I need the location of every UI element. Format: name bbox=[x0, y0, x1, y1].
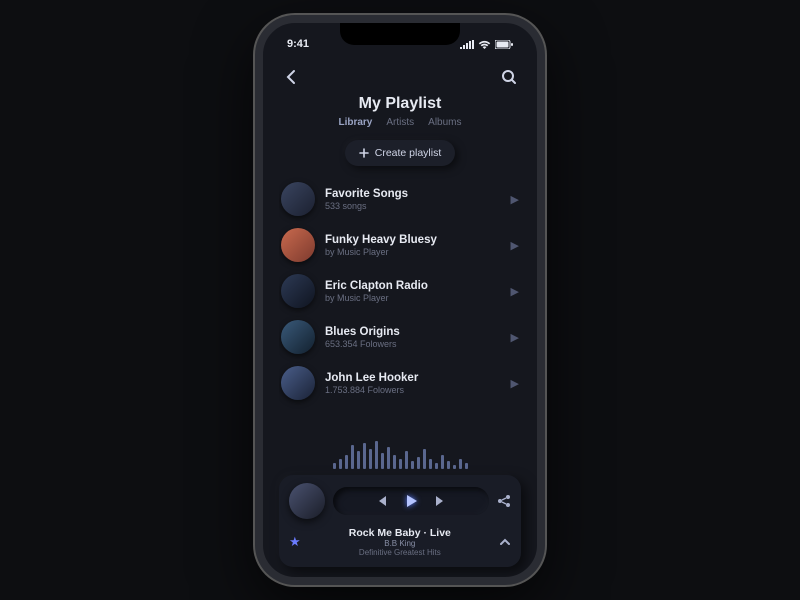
playlist-text: John Lee Hooker 1.753.884 Folowers bbox=[325, 372, 501, 395]
playlist-subtitle: by Music Player bbox=[325, 293, 501, 303]
play-button[interactable] bbox=[403, 493, 419, 509]
play-icon[interactable]: ▶ bbox=[511, 377, 519, 390]
phone-frame: 9:41 My Playlist Library Artists Albums … bbox=[255, 15, 545, 585]
tabs: Library Artists Albums bbox=[279, 117, 521, 128]
playlist-row[interactable]: Funky Heavy Bluesy by Music Player ▶ bbox=[279, 222, 521, 268]
title-block: My Playlist Library Artists Albums bbox=[279, 95, 521, 128]
playlist-cover bbox=[281, 182, 315, 216]
status-time: 9:41 bbox=[287, 38, 309, 50]
playlist-row[interactable]: Blues Origins 653.354 Folowers ▶ bbox=[279, 314, 521, 360]
playlist-row[interactable]: Eric Clapton Radio by Music Player ▶ bbox=[279, 268, 521, 314]
playlist-title: John Lee Hooker bbox=[325, 372, 501, 384]
playlist-subtitle: 533 songs bbox=[325, 201, 501, 211]
search-icon bbox=[501, 69, 517, 85]
playlist-row[interactable]: Favorite Songs 533 songs ▶ bbox=[279, 176, 521, 222]
favorite-button[interactable]: ★ bbox=[289, 534, 301, 550]
tab-albums[interactable]: Albums bbox=[428, 117, 461, 128]
notch bbox=[340, 23, 460, 45]
playlist-row[interactable]: John Lee Hooker 1.753.884 Folowers ▶ bbox=[279, 360, 521, 406]
playlist-list: Favorite Songs 533 songs ▶ Funky Heavy B… bbox=[279, 176, 521, 435]
signal-icon bbox=[460, 40, 474, 49]
playlist-cover bbox=[281, 228, 315, 262]
tab-artists[interactable]: Artists bbox=[386, 117, 414, 128]
play-icon bbox=[403, 493, 419, 509]
playlist-title: Blues Origins bbox=[325, 326, 501, 338]
skip-forward-icon bbox=[435, 495, 447, 507]
playlist-title: Favorite Songs bbox=[325, 188, 501, 200]
track-artist: B.B King bbox=[311, 539, 489, 548]
track-album: Definitive Greatest Hits bbox=[311, 548, 489, 557]
create-playlist-label: Create playlist bbox=[375, 147, 442, 159]
tab-library[interactable]: Library bbox=[338, 117, 372, 128]
track-info: Rock Me Baby · Live B.B King Definitive … bbox=[311, 527, 489, 557]
playlist-text: Blues Origins 653.354 Folowers bbox=[325, 326, 501, 349]
playlist-title: Funky Heavy Bluesy bbox=[325, 234, 501, 246]
chevron-up-icon bbox=[499, 538, 511, 546]
status-icons bbox=[460, 40, 513, 49]
play-icon[interactable]: ▶ bbox=[511, 331, 519, 344]
playlist-text: Favorite Songs 533 songs bbox=[325, 188, 501, 211]
playlist-subtitle: by Music Player bbox=[325, 247, 501, 257]
playlist-cover bbox=[281, 320, 315, 354]
track-title: Rock Me Baby · Live bbox=[311, 527, 489, 539]
now-playing-panel: ★ Rock Me Baby · Live B.B King Definitiv… bbox=[279, 475, 521, 567]
play-icon[interactable]: ▶ bbox=[511, 285, 519, 298]
battery-icon bbox=[495, 40, 513, 49]
playback-controls bbox=[333, 487, 489, 515]
next-button[interactable] bbox=[435, 495, 447, 507]
expand-button[interactable] bbox=[499, 538, 511, 546]
share-button[interactable] bbox=[497, 494, 511, 508]
skip-back-icon bbox=[375, 495, 387, 507]
equalizer-visualizer bbox=[279, 439, 521, 469]
share-icon bbox=[497, 494, 511, 508]
playlist-text: Eric Clapton Radio by Music Player bbox=[325, 280, 501, 303]
playlist-subtitle: 1.753.884 Folowers bbox=[325, 385, 501, 395]
play-icon[interactable]: ▶ bbox=[511, 193, 519, 206]
playlist-cover bbox=[281, 366, 315, 400]
search-button[interactable] bbox=[497, 65, 521, 89]
page-title: My Playlist bbox=[279, 95, 521, 113]
playlist-title: Eric Clapton Radio bbox=[325, 280, 501, 292]
chevron-left-icon bbox=[286, 69, 296, 85]
back-button[interactable] bbox=[279, 65, 303, 89]
playlist-text: Funky Heavy Bluesy by Music Player bbox=[325, 234, 501, 257]
play-icon[interactable]: ▶ bbox=[511, 239, 519, 252]
playlist-cover bbox=[281, 274, 315, 308]
playlist-subtitle: 653.354 Folowers bbox=[325, 339, 501, 349]
plus-icon bbox=[359, 148, 369, 158]
previous-button[interactable] bbox=[375, 495, 387, 507]
create-playlist-button[interactable]: Create playlist bbox=[345, 140, 456, 166]
top-nav bbox=[279, 65, 521, 89]
now-playing-cover[interactable] bbox=[289, 483, 325, 519]
wifi-icon bbox=[478, 40, 491, 49]
